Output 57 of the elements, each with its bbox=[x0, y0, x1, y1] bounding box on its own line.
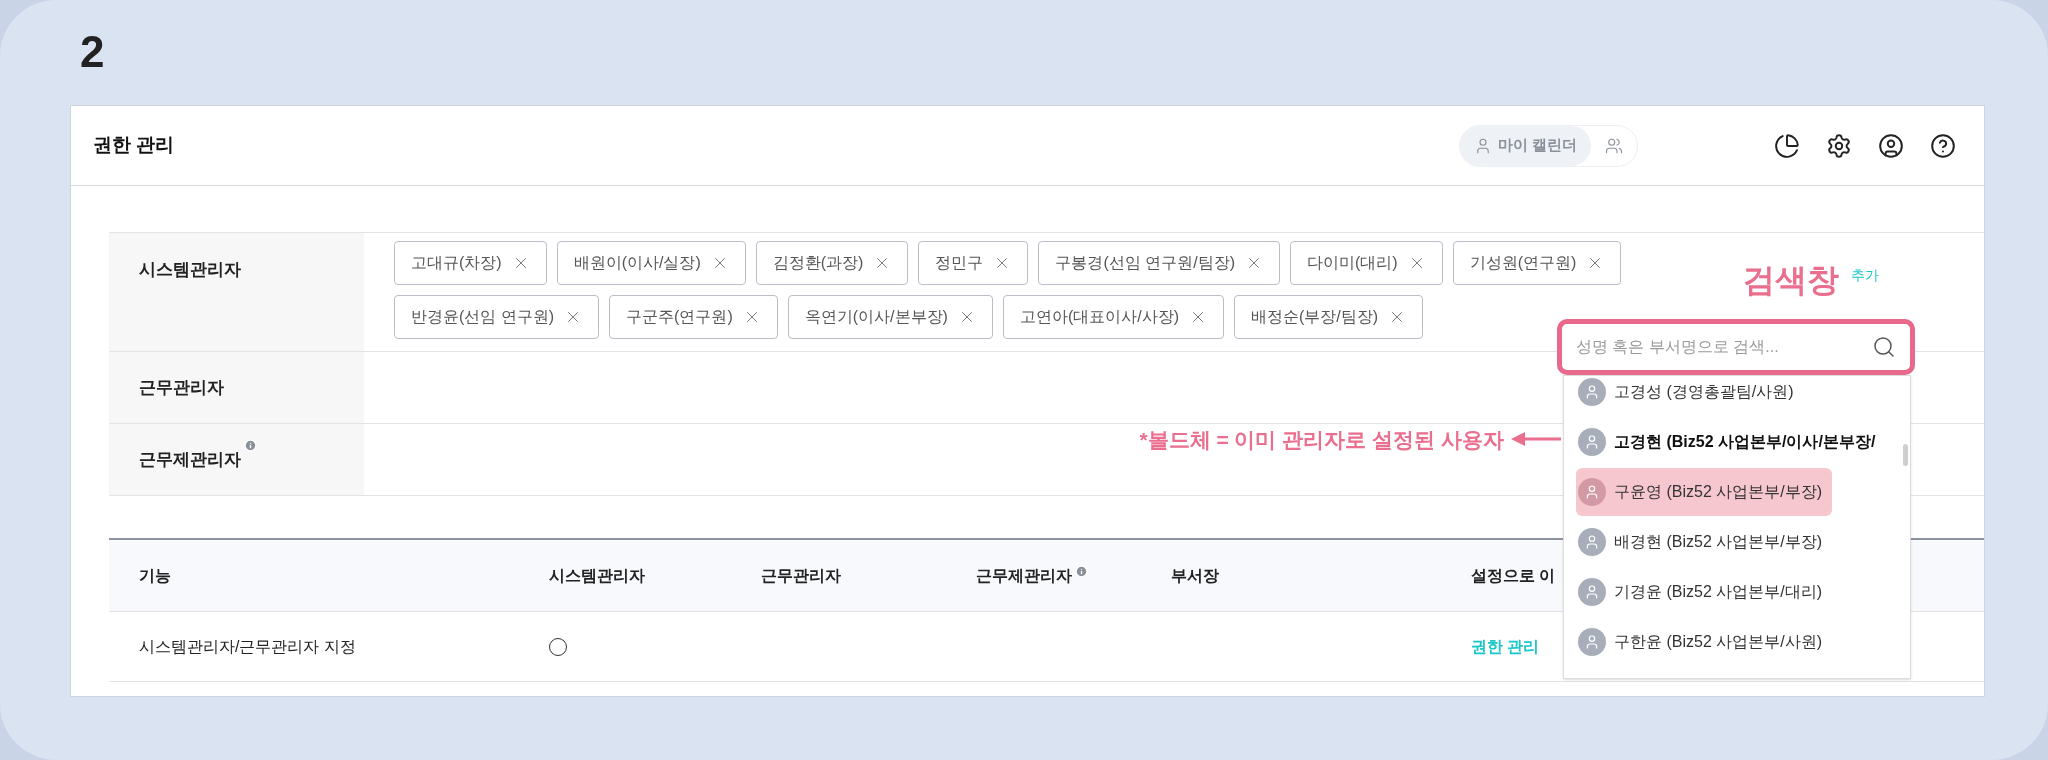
help-icon[interactable] bbox=[1930, 132, 1956, 159]
column-header: 기능 bbox=[139, 565, 171, 586]
tag-label: 고대규(차장) bbox=[411, 253, 502, 273]
settings-icon[interactable] bbox=[1826, 132, 1852, 159]
column-header: 근무관리자 bbox=[761, 565, 841, 586]
info-icon bbox=[244, 438, 257, 452]
page-title: 권한 관리 bbox=[93, 133, 175, 158]
column-header: 설정으로 이 bbox=[1471, 565, 1556, 586]
avatar-icon bbox=[1578, 578, 1606, 606]
avatar-icon bbox=[1578, 478, 1606, 506]
user-option[interactable]: 기경윤 (Biz52 사업본부/대리) bbox=[1576, 568, 1832, 616]
row-label: 근무제관리자 bbox=[139, 448, 241, 471]
tag-label: 구봉경(선임 연구원/팀장) bbox=[1055, 253, 1235, 273]
option-label: 고경현 (Biz52 사업본부/이사/본부장/ bbox=[1614, 432, 1876, 452]
option-label: 고경성 (경영총괄팀/사원) bbox=[1614, 382, 1794, 402]
radio-button[interactable] bbox=[549, 637, 567, 656]
tag-label: 배정순(부장/팀장) bbox=[1251, 307, 1379, 327]
user-option[interactable]: 고경성 (경영총괄팀/사원) bbox=[1576, 376, 1804, 416]
column-header: 시스템관리자 bbox=[549, 565, 645, 586]
search-icon bbox=[1872, 335, 1896, 359]
tag-label: 구군주(연구원) bbox=[626, 307, 733, 327]
scrollbar-thumb[interactable] bbox=[1903, 444, 1908, 466]
group-icon[interactable] bbox=[1605, 136, 1623, 155]
tag-label: 배원이(이사/실장) bbox=[573, 253, 701, 273]
info-icon bbox=[1075, 565, 1088, 578]
step-number: 2 bbox=[80, 26, 105, 78]
row-label: 시스템관리자 bbox=[139, 259, 241, 281]
search-field[interactable]: 성명 혹은 부서명으로 검색... bbox=[1576, 324, 1872, 370]
user-option[interactable]: 구윤영 (Biz52 사업본부/부장) bbox=[1576, 468, 1832, 516]
search-box[interactable]: 성명 혹은 부서명으로 검색... bbox=[1557, 319, 1915, 375]
tag-label: 반경윤(선임 연구원) bbox=[411, 307, 555, 327]
chart-icon[interactable] bbox=[1774, 132, 1800, 159]
annotation-title: 검색창 bbox=[1743, 261, 1839, 300]
tag-label: 고연아(대표이사/사장) bbox=[1019, 307, 1179, 327]
avatar-icon bbox=[1578, 378, 1606, 406]
option-label: 기경윤 (Biz52 사업본부/대리) bbox=[1614, 582, 1822, 602]
annotation-arrow bbox=[1511, 432, 1561, 446]
avatar-icon bbox=[1578, 628, 1606, 656]
avatar-icon bbox=[1578, 428, 1606, 456]
tag-label: 정민구 bbox=[935, 253, 984, 273]
tag-label: 기성원(연구원) bbox=[1469, 253, 1577, 273]
profile-icon[interactable] bbox=[1878, 132, 1904, 159]
option-label: 구윤영 (Biz52 사업본부/부장) bbox=[1614, 482, 1822, 502]
tag-label: 김정환(과장) bbox=[772, 253, 864, 273]
column-header: 부서장 bbox=[1171, 565, 1219, 586]
row-label: 근무관리자 bbox=[139, 376, 224, 399]
tag-label: 다이미(대리) bbox=[1306, 253, 1398, 273]
option-label: 배경현 (Biz52 사업본부/부장) bbox=[1614, 532, 1822, 552]
column-header: 근무제관리자 bbox=[976, 565, 1072, 586]
user-option[interactable]: 배경현 (Biz52 사업본부/부장) bbox=[1576, 518, 1832, 566]
user-option[interactable]: 구한윤 (Biz52 사업본부/사원) bbox=[1576, 618, 1832, 666]
avatar-icon bbox=[1578, 528, 1606, 556]
annotation-note: *볼드체 = 이미 관리자로 설정된 사용자 bbox=[1139, 427, 1504, 453]
table-cell-text: 시스템관리자/근무관리자 지정 bbox=[139, 636, 356, 657]
user-option[interactable]: 고경현 (Biz52 사업본부/이사/본부장/ bbox=[1576, 418, 1886, 466]
option-label: 구한윤 (Biz52 사업본부/사원) bbox=[1614, 632, 1822, 652]
tag-label: 옥연기(이사/본부장) bbox=[804, 307, 948, 327]
